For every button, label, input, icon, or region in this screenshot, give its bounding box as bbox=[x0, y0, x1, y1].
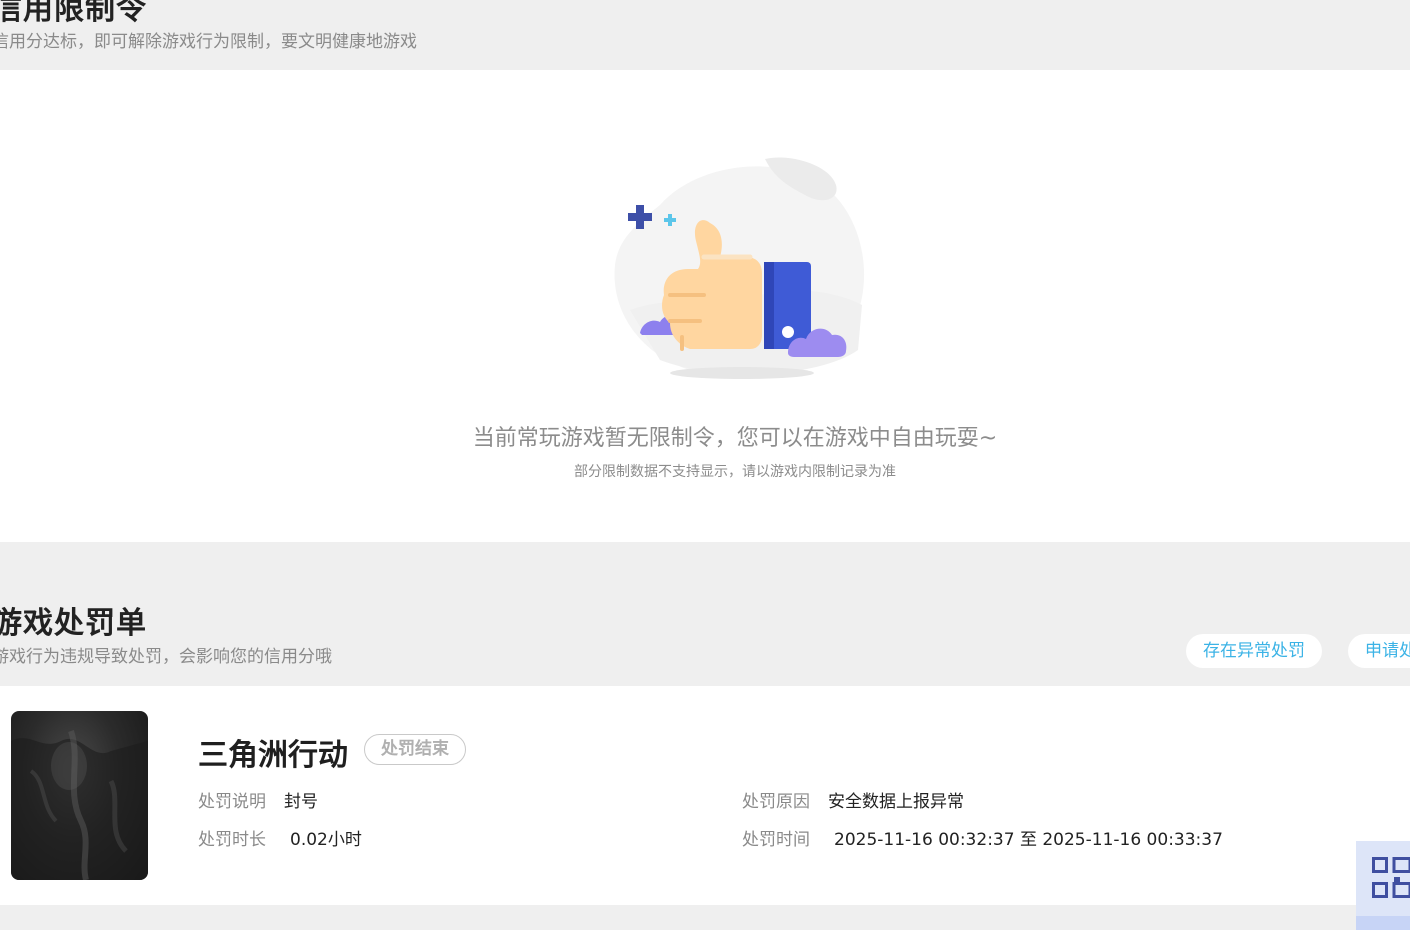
empty-state-note: 部分限制数据不支持显示，请以游戏内限制记录为准 bbox=[574, 464, 896, 480]
restriction-section-subtitle: 信用分达标，即可解除游戏行为限制，要文明健康地游戏 bbox=[0, 32, 417, 52]
restriction-section-header: 信用限制令 信用分达标，即可解除游戏行为限制，要文明健康地游戏 bbox=[0, 0, 1410, 70]
page: 信用限制令 信用分达标，即可解除游戏行为限制，要文明健康地游戏 当前常玩游戏暂无… bbox=[0, 0, 1410, 930]
penalty-duration-row: 处罚时长 0.02小时 bbox=[198, 825, 362, 850]
empty-state-message: 当前常玩游戏暂无限制令，您可以在游戏中自由玩耍~ bbox=[472, 426, 998, 451]
penalty-time-value: 2025-11-16 00:32:37 至 2025-11-16 00:33:3… bbox=[834, 830, 1223, 850]
apply-penalty-button[interactable]: 申请处罚 bbox=[1348, 634, 1410, 668]
penalty-reason-value: 安全数据上报异常 bbox=[828, 792, 964, 812]
penalty-duration-label: 处罚时长 bbox=[198, 830, 266, 850]
penalty-time-row: 处罚时间 2025-11-16 00:32:37 至 2025-11-16 00:… bbox=[742, 825, 1223, 850]
penalty-card[interactable]: 三角洲行动 处罚结束 处罚说明 封号 处罚时长 0.02小时 处罚原因 安全数据上报异… bbox=[0, 686, 1410, 905]
penalty-desc-value: 封号 bbox=[284, 792, 318, 812]
penalty-reason-label: 处罚原因 bbox=[742, 792, 810, 812]
penalty-duration-value: 0.02小时 bbox=[290, 830, 362, 850]
penalty-time-label: 处罚时间 bbox=[742, 830, 810, 850]
penalty-desc-row: 处罚说明 封号 bbox=[198, 787, 318, 812]
penalty-desc-label: 处罚说明 bbox=[198, 792, 266, 812]
penalty-section-subtitle: 游戏行为违规导致处罚，会影响您的信用分哦 bbox=[0, 647, 332, 667]
qr-side-widget[interactable] bbox=[1356, 841, 1410, 930]
restriction-empty-panel: 当前常玩游戏暂无限制令，您可以在游戏中自由玩耍~ 部分限制数据不支持显示，请以游… bbox=[0, 70, 1410, 542]
game-cover-image bbox=[11, 711, 148, 880]
penalty-section-header: 游戏处罚单 游戏行为违规导致处罚，会影响您的信用分哦 存在异常处罚 申请处罚 bbox=[0, 542, 1410, 686]
penalty-status-badge: 处罚结束 bbox=[364, 734, 466, 765]
abnormal-penalty-button[interactable]: 存在异常处罚 bbox=[1186, 634, 1322, 668]
thumbs-up-illustration-icon bbox=[600, 145, 880, 385]
restriction-section-title: 信用限制令 bbox=[0, 0, 147, 27]
penalty-section-title: 游戏处罚单 bbox=[0, 606, 147, 641]
game-name: 三角洲行动 bbox=[198, 738, 348, 773]
qr-code-icon bbox=[1372, 857, 1410, 903]
qr-widget-footer bbox=[1356, 916, 1410, 930]
penalty-reason-row: 处罚原因 安全数据上报异常 bbox=[742, 787, 964, 812]
